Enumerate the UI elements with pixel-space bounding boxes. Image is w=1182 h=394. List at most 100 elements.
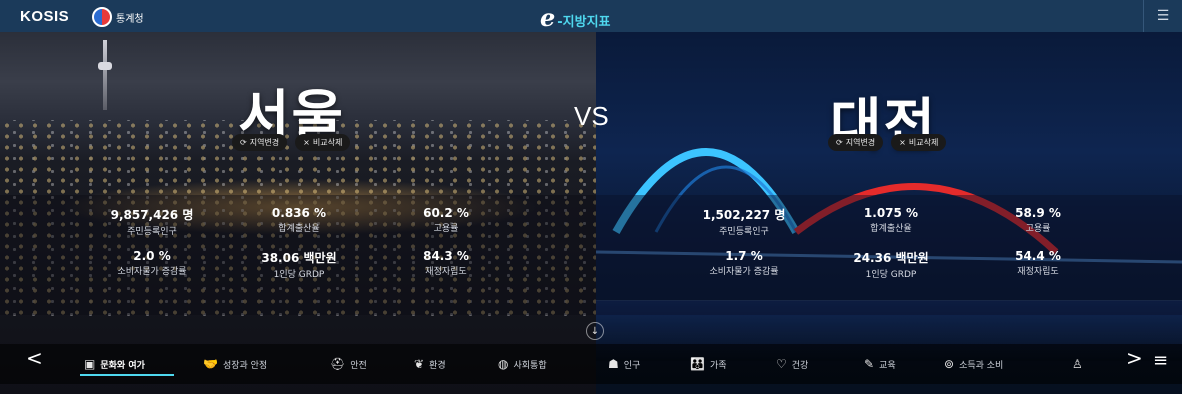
nav-item-label: 문화와 여가 <box>100 360 145 371</box>
person-icon: ♙ <box>1072 357 1083 371</box>
stat-value: 1,502,227 명 <box>702 208 786 222</box>
nav-item-social-integration[interactable]: ◍ 사회통합 <box>498 357 547 371</box>
heart-icon: ♡ <box>776 357 787 371</box>
nav-item-label: 인구 <box>623 360 641 371</box>
statistics-korea-emblem-icon <box>92 7 112 27</box>
change-region-label: 지역변경 <box>845 138 876 147</box>
change-region-button[interactable]: ⟳ 지역변경 <box>232 134 288 151</box>
leaf-icon: ❦ <box>414 357 425 371</box>
remove-compare-button[interactable]: × 비교삭제 <box>295 134 351 151</box>
people-icon: ☗ <box>608 357 619 371</box>
stat-item: 54.4 % 재정자립도 <box>958 249 1118 277</box>
close-icon: × <box>303 138 310 147</box>
stat-item: 1.075 % 합계출산율 <box>811 206 971 234</box>
stat-label: 1인당 GRDP <box>865 270 917 280</box>
close-icon: × <box>899 138 906 147</box>
brand-e-logo: e <box>540 3 556 32</box>
stat-value: 24.36 백만원 <box>853 251 929 265</box>
change-region-label: 지역변경 <box>249 138 280 147</box>
nav-item-label: 가족 <box>709 360 727 371</box>
stat-item: 84.3 % 재정자립도 <box>366 249 526 277</box>
stat-item: 2.0 % 소비자물가 증감률 <box>72 249 232 277</box>
stat-label: 재정자립도 <box>425 267 467 277</box>
tower-top-decoration <box>98 62 112 70</box>
stat-label: 주민등록인구 <box>719 227 769 237</box>
remove-compare-button[interactable]: × 비교삭제 <box>891 134 947 151</box>
top-header: KOSIS 통계청 e -지방지표 ☰ <box>0 0 1182 32</box>
stat-item: 24.36 백만원 1인당 GRDP <box>811 249 971 280</box>
pencil-icon: ✎ <box>864 357 875 371</box>
stat-label: 1인당 GRDP <box>273 270 325 280</box>
stat-value: 84.3 % <box>423 249 469 263</box>
site-brand[interactable]: e -지방지표 <box>540 3 611 32</box>
kosis-logo[interactable]: KOSIS <box>20 8 69 25</box>
stat-label: 소비자물가 증감률 <box>117 267 187 277</box>
stat-value: 38.06 백만원 <box>261 251 337 265</box>
remove-compare-label: 비교삭제 <box>312 138 343 147</box>
nav-item-label: 환경 <box>429 360 446 371</box>
nav-item-safety[interactable]: ⛑ 안전 <box>330 357 367 371</box>
nav-item-environment[interactable]: ❦ 환경 <box>414 357 446 371</box>
nav-item-family[interactable]: 👪 가족 <box>690 357 727 371</box>
nav-item-label: 건강 <box>791 360 809 371</box>
nav-item-label: 소득과 소비 <box>959 360 1004 371</box>
stat-label: 합계출산율 <box>870 224 912 234</box>
stat-item: 38.06 백만원 1인당 GRDP <box>219 249 379 280</box>
stat-label: 고용률 <box>1025 224 1051 234</box>
refresh-icon: ⟳ <box>836 138 843 147</box>
nav-next-button[interactable]: > <box>1126 346 1143 370</box>
stat-value: 54.4 % <box>1015 249 1061 263</box>
brand-title: -지방지표 <box>557 15 611 30</box>
category-nav-bar <box>0 344 1182 384</box>
nav-item-population[interactable]: ☗ 인구 <box>608 357 640 371</box>
stat-value: 60.2 % <box>423 206 469 220</box>
refresh-icon: ⟳ <box>240 138 247 147</box>
nav-item-education[interactable]: ✎ 교육 <box>864 357 896 371</box>
nav-item-health[interactable]: ♡ 건강 <box>776 357 808 371</box>
stat-item: 0.836 % 합계출산율 <box>219 206 379 234</box>
nav-item-more[interactable]: ♙ <box>1072 357 1083 371</box>
hamburger-icon[interactable]: ☰ <box>1143 0 1182 32</box>
stat-value: 2.0 % <box>133 249 171 263</box>
scroll-down-icon[interactable]: ↓ <box>586 322 604 340</box>
globe-icon: ◍ <box>498 357 509 371</box>
stat-label: 재정자립도 <box>1017 267 1059 277</box>
nav-item-growth-stability[interactable]: 🤝 성장과 안정 <box>203 357 267 371</box>
n-seoul-tower-decoration <box>103 40 107 110</box>
nav-item-income-consumption[interactable]: ⊚ 소득과 소비 <box>944 357 1003 371</box>
nav-prev-button[interactable]: < <box>26 346 43 370</box>
stat-item: 9,857,426 명 주민등록인구 <box>72 206 232 237</box>
monitor-icon: ▣ <box>84 357 96 371</box>
statistics-korea-logo[interactable]: 통계청 <box>92 7 144 27</box>
stat-value: 0.836 % <box>271 206 327 220</box>
stat-value: 9,857,426 명 <box>110 208 194 222</box>
stat-item: 60.2 % 고용률 <box>366 206 526 234</box>
active-tab-underline <box>80 374 174 376</box>
nav-item-label: 교육 <box>879 360 896 371</box>
remove-compare-label: 비교삭제 <box>908 138 939 147</box>
vs-label: VS <box>574 101 609 131</box>
stat-label: 고용률 <box>433 224 459 234</box>
stat-value: 1.075 % <box>863 206 919 220</box>
family-icon: 👪 <box>690 357 705 371</box>
nav-item-label: 성장과 안정 <box>222 360 268 371</box>
nav-item-label: 안전 <box>350 360 367 371</box>
nav-menu-button[interactable]: ≡ <box>1153 350 1168 371</box>
stat-value: 58.9 % <box>1015 206 1061 220</box>
stat-label: 주민등록인구 <box>127 227 177 237</box>
left-city-actions: ⟳ 지역변경 × 비교삭제 <box>232 134 351 151</box>
handshake-icon: 🤝 <box>203 357 218 371</box>
stat-item: 1,502,227 명 주민등록인구 <box>664 206 824 237</box>
nav-item-culture-leisure[interactable]: ▣ 문화와 여가 <box>84 357 145 371</box>
helmet-icon: ⛑ <box>330 357 346 371</box>
wallet-icon: ⊚ <box>944 357 955 371</box>
nav-item-label: 사회통합 <box>513 360 547 371</box>
stat-item: 1.7 % 소비자물가 증감률 <box>664 249 824 277</box>
right-city-actions: ⟳ 지역변경 × 비교삭제 <box>828 134 947 151</box>
statistics-korea-label: 통계청 <box>116 13 144 25</box>
stat-item: 58.9 % 고용률 <box>958 206 1118 234</box>
stat-label: 소비자물가 증감률 <box>709 267 779 277</box>
stat-label: 합계출산율 <box>278 224 320 234</box>
stat-value: 1.7 % <box>725 249 763 263</box>
change-region-button[interactable]: ⟳ 지역변경 <box>828 134 884 151</box>
